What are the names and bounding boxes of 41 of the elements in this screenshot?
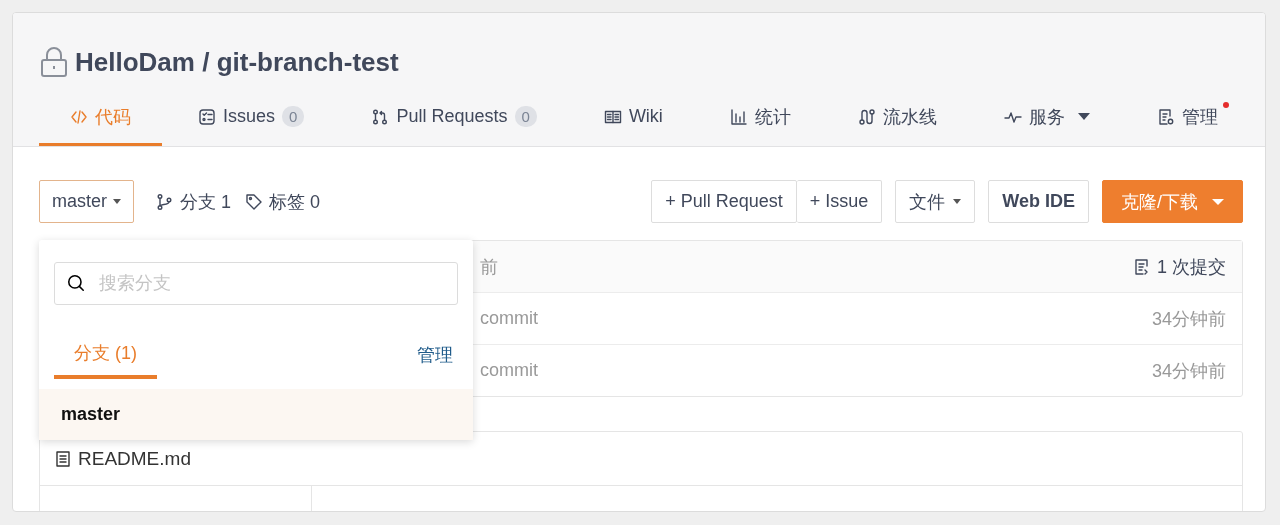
branch-icon (156, 192, 174, 211)
branch-item[interactable]: master (39, 389, 473, 440)
search-field[interactable]: 搜索分支 (54, 262, 458, 305)
caret-icon (1077, 113, 1090, 120)
nav-tab[interactable]: Pull Requests 0 (340, 90, 568, 146)
caret-icon (953, 199, 962, 204)
code-icon (70, 107, 88, 126)
commit-time: 34分钟前 (1151, 307, 1226, 331)
nav-tab[interactable]: Wiki (572, 90, 694, 146)
nav-tab[interactable]: Issues 0 (167, 90, 336, 146)
document-gear-icon (1157, 107, 1175, 126)
file-icon (54, 449, 72, 468)
nav-tab[interactable]: 服务 (972, 90, 1121, 146)
count-badge: 0 (282, 106, 305, 127)
branch-count[interactable]: 分支 1 (180, 189, 232, 214)
repo-title: HelloDam / git-branch-test (75, 46, 399, 78)
search-icon (66, 273, 86, 293)
bar-chart-icon (729, 107, 748, 126)
manage-link[interactable]: 管理 (417, 343, 453, 367)
caret-icon (1212, 198, 1224, 205)
tag-count[interactable]: 标签 0 (269, 189, 321, 214)
commit-log-icon (1133, 257, 1151, 276)
nav-tab[interactable]: 管理 (1126, 90, 1249, 146)
nav-tab[interactable]: 统计 (698, 90, 822, 146)
commit-time: 前 (480, 255, 498, 279)
checklist-icon (198, 107, 217, 126)
readme-filename: README.md (78, 447, 191, 470)
notification-dot (1223, 102, 1229, 108)
commit-count[interactable]: 1 次提交 (1157, 254, 1226, 279)
pipeline-icon (857, 107, 876, 126)
pull-request-icon (371, 107, 390, 126)
branch-selector[interactable]: master (39, 180, 134, 223)
nav-tab[interactable]: 流水线 (826, 90, 968, 146)
tag-icon (245, 192, 264, 211)
count-badge: 0 (514, 106, 537, 127)
new-button[interactable]: + Pull Request (651, 180, 797, 223)
caret-icon (113, 199, 121, 204)
new-button[interactable]: + Issue (796, 180, 883, 223)
commit-time: 34分钟前 (1151, 359, 1226, 383)
file-menu-button[interactable]: 文件 (895, 180, 976, 223)
web-ide-button[interactable]: Web IDE (988, 180, 1089, 223)
